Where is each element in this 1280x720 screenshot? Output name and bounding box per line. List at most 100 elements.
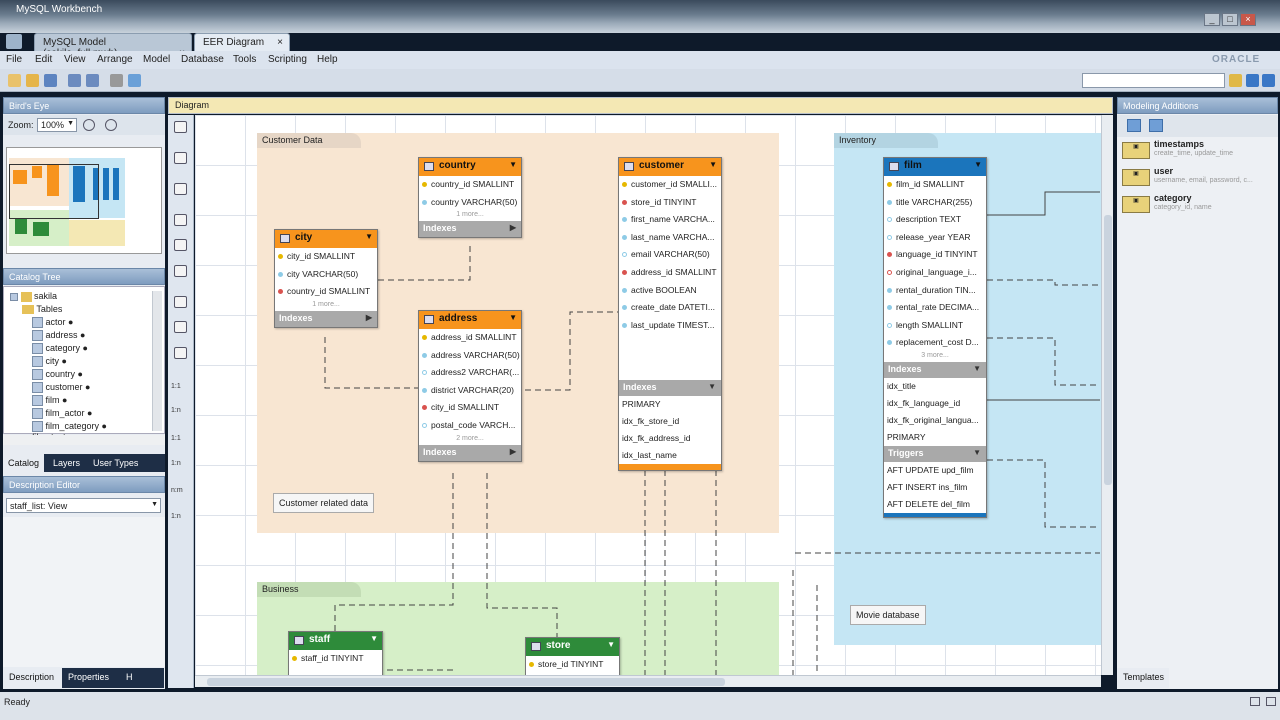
relation-1-n-id-tool[interactable]: 1:n (171, 460, 181, 467)
home-icon[interactable] (6, 34, 22, 49)
collapse-arrow-icon[interactable]: ▼ (708, 382, 716, 391)
relation-1-1-id-tool[interactable]: 1:1 (171, 435, 181, 442)
undo-icon[interactable] (68, 74, 81, 87)
canvas-horizontal-scrollbar[interactable] (195, 675, 1101, 687)
new-file-icon[interactable] (8, 74, 21, 87)
collapse-arrow-icon[interactable]: ▼ (607, 640, 615, 649)
column-row[interactable]: country VARCHAR(50) (419, 194, 521, 212)
layout-left-icon[interactable] (1246, 74, 1259, 87)
column-row[interactable]: replacement_cost D... (884, 334, 986, 352)
tree-item[interactable]: customer ● (32, 382, 90, 394)
menu-scripting[interactable]: Scripting (268, 54, 307, 65)
minimize-button[interactable]: _ (1204, 13, 1220, 26)
column-row[interactable]: address2 VARCHAR(... (419, 364, 521, 382)
layout-right-icon[interactable] (1262, 74, 1275, 87)
viewport-rectangle[interactable] (9, 164, 99, 219)
eraser-tool-icon[interactable] (174, 183, 187, 195)
column-row[interactable]: language_id TINYINT (884, 246, 986, 264)
index-row[interactable]: idx_last_name (619, 447, 721, 464)
scroll-thumb[interactable] (207, 678, 725, 686)
align-icon[interactable] (128, 74, 141, 87)
table-header[interactable]: city ▼ (275, 230, 377, 248)
table-film[interactable]: film ▼ film_id SMALLINT title VARCHAR(255… (883, 157, 987, 518)
view-tool-icon[interactable] (174, 321, 187, 333)
maximize-button[interactable]: □ (1222, 13, 1238, 26)
panel-toggle-icon[interactable] (1266, 697, 1276, 706)
column-row[interactable]: film_id SMALLINT (884, 176, 986, 194)
image-tool-icon[interactable] (174, 265, 187, 277)
birds-eye-minimap[interactable] (6, 147, 162, 254)
tree-item[interactable]: film_category ● (32, 421, 107, 433)
table-header[interactable]: address ▼ (419, 311, 521, 329)
collapse-arrow-icon[interactable]: ▼ (509, 313, 517, 322)
note-customer[interactable]: Customer related data (273, 493, 375, 513)
column-row[interactable]: description TEXT (884, 211, 986, 229)
column-row[interactable]: address VARCHAR(50) (419, 347, 521, 365)
table-tool-icon[interactable] (174, 296, 187, 308)
expand-arrow-icon[interactable]: ▶ (366, 313, 372, 322)
table-staff[interactable]: staff ▼ staff_id TINYINT (288, 631, 383, 675)
column-row[interactable]: city VARCHAR(50) (275, 266, 377, 284)
object-select[interactable]: staff_list: View ▼ (6, 498, 161, 513)
note-tool-icon[interactable] (174, 239, 187, 251)
relation-1-n-tool[interactable]: 1:n (171, 407, 181, 414)
index-row[interactable]: idx_fk_language_id (884, 395, 986, 412)
menu-tools[interactable]: Tools (233, 54, 256, 65)
relation-n-m-tool[interactable]: n:m (171, 487, 183, 494)
tab-properties[interactable]: Properties (62, 668, 120, 688)
table-header[interactable]: film ▼ (884, 158, 986, 176)
column-row[interactable]: store_id TINYINT (619, 194, 721, 212)
collapse-arrow-icon[interactable]: ▼ (509, 160, 517, 169)
indexes-section[interactable]: Indexes ▶ (419, 444, 521, 461)
column-row[interactable]: postal_code VARCH... (419, 417, 521, 435)
catalog-tree[interactable]: sakila Tables actor ● address ● category… (3, 286, 165, 436)
tab-eer-diagram[interactable]: EER Diagram × (194, 33, 290, 51)
trigger-row[interactable]: AFT DELETE del_film (884, 496, 986, 513)
column-row[interactable]: city_id SMALLINT (419, 399, 521, 417)
menu-file[interactable]: File (6, 54, 22, 65)
table-country[interactable]: country ▼ country_id SMALLINT country VAR… (418, 157, 522, 239)
table-header[interactable]: customer ▼ (619, 158, 721, 176)
vertical-scrollbar[interactable] (152, 291, 162, 431)
index-row[interactable]: idx_fk_address_id (619, 430, 721, 447)
collapse-arrow-icon[interactable]: ▼ (974, 160, 982, 169)
routine-tool-icon[interactable] (174, 347, 187, 359)
column-row[interactable]: first_name VARCHA... (619, 211, 721, 229)
indexes-section[interactable]: Indexes ▼ (619, 380, 721, 397)
pointer-tool-icon[interactable] (174, 121, 187, 133)
expand-arrow-icon[interactable]: ▶ (510, 223, 516, 232)
note-inventory[interactable]: Movie database (850, 605, 926, 625)
redo-icon[interactable] (86, 74, 99, 87)
column-row[interactable]: district VARCHAR(20) (419, 382, 521, 400)
table-customer[interactable]: customer ▼ customer_id SMALLI... store_id… (618, 157, 722, 472)
collapse-arrow-icon[interactable]: ▼ (973, 448, 981, 457)
table-header[interactable]: staff ▼ (289, 632, 382, 650)
tab-user-types[interactable]: User Types (93, 458, 138, 468)
table-store[interactable]: store ▼ store_id TINYINT (525, 637, 620, 675)
index-row[interactable]: PRIMARY (884, 429, 986, 446)
collapse-arrow-icon[interactable]: ▼ (973, 364, 981, 373)
collapse-arrow-icon[interactable]: ▼ (709, 160, 717, 169)
table-city[interactable]: city ▼ city_id SMALLINT city VARCHAR(50) … (274, 229, 378, 328)
column-row[interactable]: address_id SMALLINT (619, 264, 721, 282)
column-row[interactable]: email VARCHAR(50) (619, 246, 721, 264)
column-row[interactable]: staff_id TINYINT (289, 650, 382, 668)
column-row[interactable]: original_language_i... (884, 264, 986, 282)
tree-item[interactable]: actor ● (32, 317, 73, 329)
tab-description[interactable]: Description (3, 668, 61, 688)
indexes-section[interactable]: Indexes ▼ (884, 361, 986, 378)
tree-schema[interactable]: sakila (10, 291, 57, 302)
tree-item[interactable]: address ● (32, 330, 85, 342)
expand-arrow-icon[interactable]: ▶ (510, 447, 516, 456)
tree-item[interactable]: category ● (32, 343, 88, 355)
add-template-icon[interactable] (1127, 119, 1141, 132)
column-row[interactable]: create_date DATETI... (619, 299, 721, 317)
horizontal-scrollbar[interactable] (3, 435, 165, 445)
tab-history[interactable]: H (120, 668, 164, 688)
collapse-arrow-icon[interactable]: ▼ (365, 232, 373, 241)
trigger-row[interactable]: AFT INSERT ins_film (884, 479, 986, 496)
save-icon[interactable] (44, 74, 57, 87)
diagram-canvas[interactable]: Customer Data Inventory Business country… (195, 115, 1101, 675)
index-row[interactable]: idx_fk_original_langua... (884, 412, 986, 429)
triggers-section[interactable]: Triggers ▼ (884, 445, 986, 462)
